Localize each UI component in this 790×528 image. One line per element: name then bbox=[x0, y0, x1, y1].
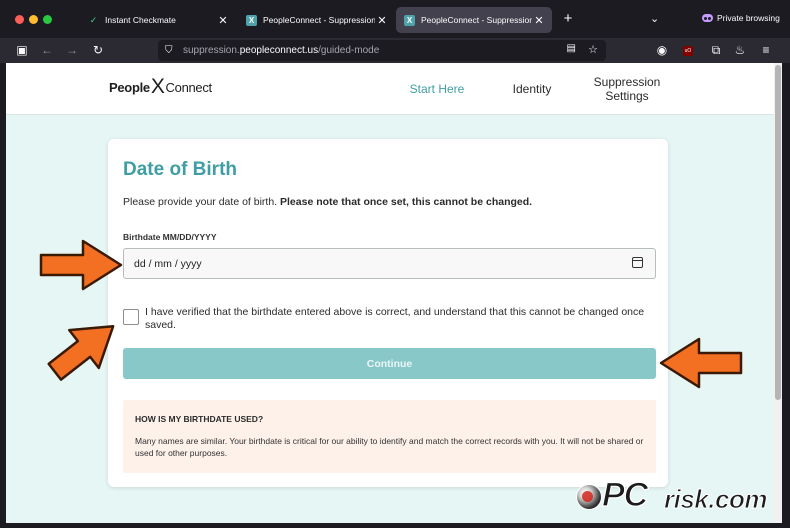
birthdate-card: Date of Birth Please provide your date o… bbox=[108, 139, 668, 487]
browser-nav-bar: ▣ ← → ↻ ⛉ suppression. peopleconnect.us/g… bbox=[0, 38, 790, 63]
page-scrollbar[interactable] bbox=[774, 63, 782, 523]
bookmark-star-icon[interactable]: ☆ bbox=[588, 43, 598, 56]
browser-tab-peopleconnect[interactable]: X PeopleConnect - Suppression C ✕ bbox=[238, 7, 395, 33]
private-browsing-label: Private browsing bbox=[717, 13, 780, 23]
tab-title: Instant Checkmate bbox=[105, 15, 176, 25]
logo-x: X bbox=[150, 75, 165, 98]
reader-view-icon[interactable]: ▤ bbox=[567, 43, 576, 54]
url-path: /guided-mode bbox=[318, 45, 380, 56]
scrollbar-thumb[interactable] bbox=[775, 65, 781, 400]
watermark-risk: risk.com bbox=[664, 484, 768, 515]
tab-title: PeopleConnect - Suppression C bbox=[421, 15, 532, 25]
url-domain: peopleconnect.us bbox=[239, 45, 319, 56]
chevron-down-icon[interactable]: ⌄ bbox=[650, 12, 659, 25]
pcrisk-watermark: PC risk.com bbox=[576, 475, 782, 522]
peopleconnect-logo[interactable]: People X Connect bbox=[109, 75, 213, 98]
reload-icon[interactable]: ↻ bbox=[89, 41, 107, 59]
url-bar[interactable]: ⛉ suppression. peopleconnect.us/guided-mo… bbox=[158, 40, 606, 61]
forward-icon[interactable]: → bbox=[63, 41, 81, 59]
info-heading: HOW IS MY BIRTHDATE USED? bbox=[135, 414, 264, 424]
window-zoom-button[interactable] bbox=[43, 15, 52, 24]
intro-text: Please provide your date of birth. Pleas… bbox=[123, 196, 532, 208]
page-viewport: People X Connect Start Here Identity Sup… bbox=[6, 63, 782, 523]
account-icon[interactable]: ◉ bbox=[653, 41, 671, 59]
shield-icon: ⛉ bbox=[165, 45, 173, 56]
nav-suppression-settings[interactable]: Suppression Settings bbox=[586, 63, 668, 115]
close-icon[interactable]: ✕ bbox=[532, 14, 546, 27]
info-text: Many names are similar. Your birthdate i… bbox=[135, 436, 644, 458]
logo-people: People bbox=[109, 79, 150, 95]
nav-identity[interactable]: Identity bbox=[506, 63, 558, 115]
logo-connect: Connect bbox=[165, 79, 213, 95]
browser-tab-bar: ✓ Instant Checkmate ✕ X PeopleConnect - … bbox=[0, 0, 790, 38]
ublock-origin-icon[interactable]: uO bbox=[683, 46, 693, 56]
intro-warning: Please note that once set, this cannot b… bbox=[280, 196, 533, 208]
nav-suppression-line2: Settings bbox=[605, 89, 649, 103]
close-icon[interactable]: ✕ bbox=[216, 14, 230, 27]
arrow-diagonal-icon bbox=[47, 324, 115, 381]
calendar-icon[interactable] bbox=[632, 257, 643, 268]
tab-title: PeopleConnect - Suppression C bbox=[263, 15, 375, 25]
flame-icon[interactable]: ♨ bbox=[731, 41, 749, 59]
site-header: People X Connect Start Here Identity Sup… bbox=[6, 63, 774, 115]
browser-tab-instant-checkmate[interactable]: ✓ Instant Checkmate ✕ bbox=[80, 7, 236, 33]
birthdate-placeholder: dd / mm / yyyy bbox=[134, 257, 202, 270]
menu-icon[interactable]: ≡ bbox=[757, 41, 775, 59]
page-title: Date of Birth bbox=[123, 159, 237, 180]
private-mask-icon bbox=[702, 14, 713, 22]
watermark-pc: PC bbox=[601, 475, 648, 514]
url-host: suppression. bbox=[183, 45, 240, 56]
sidebar-icon[interactable]: ▣ bbox=[13, 41, 31, 59]
magnifier-icon bbox=[576, 484, 602, 510]
nav-suppression-line1: Suppression bbox=[593, 75, 661, 89]
intro-plain: Please provide your date of birth. bbox=[123, 196, 281, 208]
continue-button[interactable]: Continue bbox=[123, 348, 656, 379]
private-browsing-indicator: Private browsing bbox=[702, 13, 780, 23]
arrow-left-icon bbox=[659, 337, 743, 389]
verify-checkbox-label[interactable]: I have verified that the birthdate enter… bbox=[145, 306, 655, 332]
birthdate-label: Birthdate MM/DD/YYYY bbox=[123, 232, 217, 242]
browser-tab-peopleconnect-active[interactable]: X PeopleConnect - Suppression C ✕ bbox=[396, 7, 552, 33]
window-close-button[interactable] bbox=[15, 15, 24, 24]
new-tab-button[interactable]: + bbox=[559, 10, 577, 28]
checkmark-icon: ✓ bbox=[89, 14, 98, 25]
arrow-right-icon bbox=[39, 239, 123, 291]
peopleconnect-icon: X bbox=[404, 14, 415, 26]
back-icon[interactable]: ← bbox=[38, 41, 56, 59]
verify-checkbox[interactable] bbox=[123, 309, 139, 325]
extensions-icon[interactable]: ⧉ bbox=[707, 41, 725, 59]
birthdate-info-box: HOW IS MY BIRTHDATE USED? Many names are… bbox=[123, 400, 656, 473]
nav-start-here[interactable]: Start Here bbox=[402, 63, 472, 115]
birthdate-input[interactable]: dd / mm / yyyy bbox=[123, 248, 656, 279]
window-minimize-button[interactable] bbox=[29, 15, 38, 24]
peopleconnect-icon: X bbox=[246, 14, 257, 26]
close-icon[interactable]: ✕ bbox=[375, 14, 389, 27]
